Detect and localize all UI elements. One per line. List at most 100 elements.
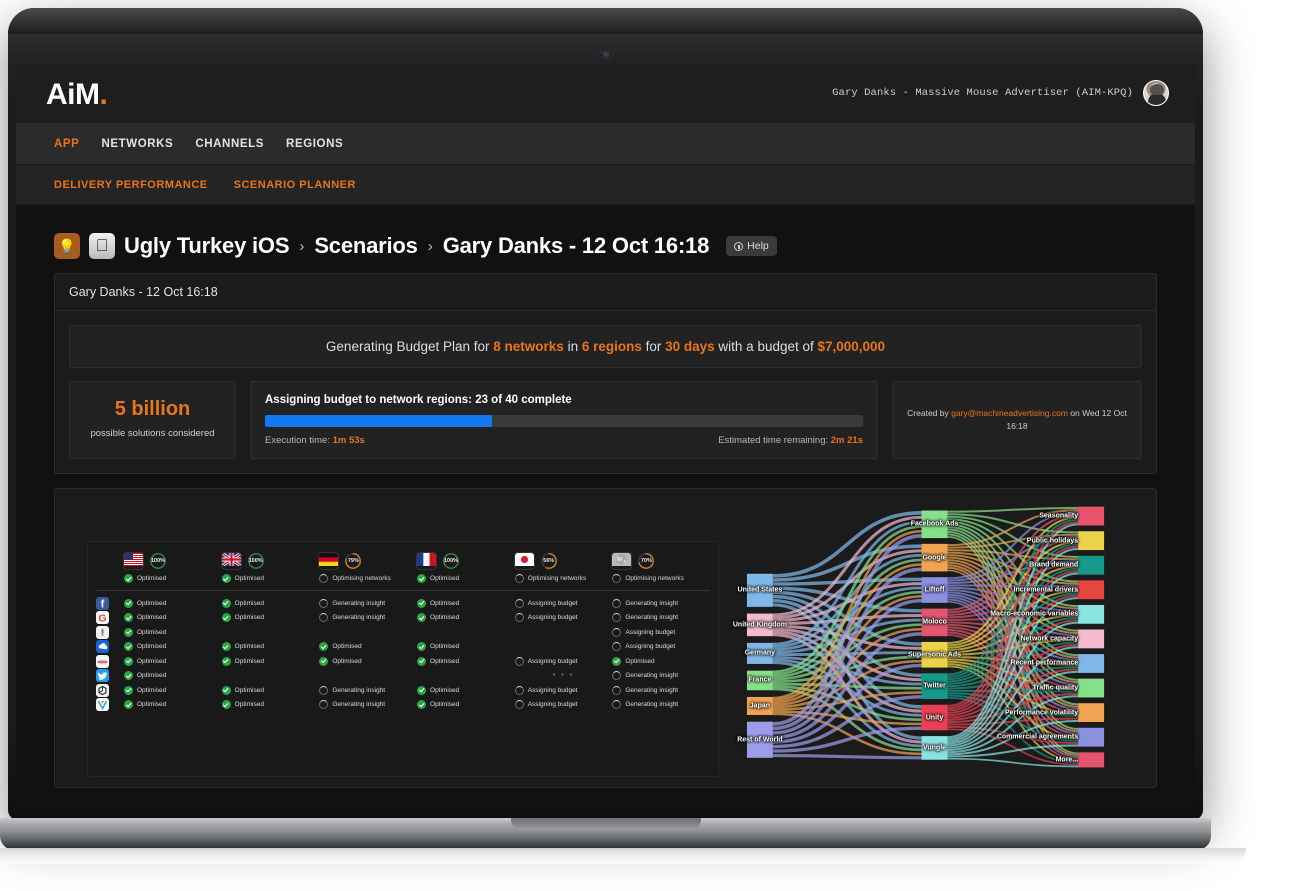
cell-status-label: Generating insight [332, 614, 386, 622]
matrix-row: Optimised Optimised Generating insight Opti… [96, 698, 710, 713]
progress-title: Assigning budget to network regions: 23 … [265, 394, 572, 406]
check-icon [417, 598, 427, 608]
flag-icon-world [612, 553, 632, 569]
sankey-node[interactable] [921, 704, 948, 731]
cell-status-label: Optimised [137, 643, 167, 651]
sankey-node[interactable] [1078, 678, 1105, 698]
cell-status-label: Generating insight [625, 701, 679, 709]
cell-status-label: Optimised [234, 643, 264, 651]
breadcrumb-app-name[interactable]: Ugly Turkey iOS [124, 233, 290, 259]
sankey-node[interactable] [1078, 531, 1105, 551]
matrix-cell: Assigning budget [514, 656, 613, 666]
spinner-icon [319, 700, 329, 710]
sankey-node[interactable] [746, 721, 773, 758]
sankey-node[interactable] [1078, 629, 1105, 649]
sankey-node[interactable] [921, 543, 948, 572]
nav-item-app[interactable]: APP [54, 138, 79, 150]
matrix-cell: Optimised [417, 598, 515, 608]
sankey-node[interactable] [1078, 506, 1105, 526]
ring-percent-label: 56% [543, 558, 555, 564]
matrix-cell: Optimised [417, 700, 515, 710]
sankey-node[interactable] [746, 613, 773, 637]
matrix-cell: Assigning budget [514, 613, 613, 623]
sankey-node[interactable] [1078, 604, 1105, 624]
sankey-node[interactable] [921, 641, 948, 668]
nav-item-channels[interactable]: CHANNELS [195, 138, 264, 150]
nav-item-regions[interactable]: REGIONS [286, 138, 343, 150]
sankey-node[interactable] [921, 577, 948, 603]
sankey-node[interactable] [921, 736, 948, 760]
matrix-cell: Optimised [124, 685, 222, 695]
cell-status-label: Optimised [137, 599, 167, 607]
cell-status-label: Generating insight [332, 599, 386, 607]
facebook-icon: f [96, 596, 109, 610]
matrix-column-top: 70% [612, 552, 710, 570]
matrix-cell: Optimised [221, 613, 320, 623]
cell-status-label: Optimised [625, 657, 655, 665]
spinner-icon [612, 642, 622, 652]
solutions-value: 5 billion [114, 398, 191, 420]
sankey-node[interactable] [921, 673, 948, 699]
spinner-icon [514, 685, 524, 695]
sankey-node[interactable] [746, 573, 773, 607]
sankey-node[interactable] [1078, 580, 1105, 600]
spinner-icon [612, 671, 622, 681]
cell-status-label: Optimised [234, 657, 264, 665]
cell-status-label: Assigning budget [527, 599, 578, 607]
matrix-cell: Optimised [319, 656, 417, 666]
matrix-column-status: Optimising networks [319, 574, 417, 583]
sankey-node[interactable] [1078, 555, 1105, 575]
flag-icon-uk [221, 553, 241, 569]
matrix-cell: Generating insight [319, 685, 417, 695]
sankey-node[interactable] [746, 696, 773, 715]
ring-percent-label: 70% [640, 558, 652, 564]
matrix-row: G Optimised Optimised Generating insight Opt… [96, 611, 710, 626]
matrix-cell: Generating insight [612, 700, 710, 710]
vungle-icon [96, 698, 109, 712]
sankey-diagram: United States United Kingdom Germany France… [727, 499, 1146, 777]
matrix-cell: Optimised [417, 685, 515, 695]
remaining-time-label: Estimated time remaining: [718, 435, 829, 446]
sankey-node[interactable] [921, 608, 948, 637]
screen-bezel: AiM. Gary Danks - Massive Mouse Advertis… [16, 64, 1195, 808]
avatar[interactable] [1143, 80, 1169, 106]
nav-item-networks[interactable]: NETWORKS [101, 138, 173, 150]
sankey-links-1 [947, 506, 1079, 768]
sankey-node[interactable] [1078, 654, 1105, 673]
cell-status-label: Optimised [430, 614, 460, 622]
sankey-node[interactable] [1078, 752, 1105, 768]
check-icon [124, 700, 133, 710]
sankey-links-0 [772, 511, 922, 760]
matrix-cell: Optimised [221, 685, 320, 695]
matrix-cell-ellipsis: • • • [552, 672, 575, 680]
sankey-node[interactable] [1078, 727, 1105, 747]
matrix-column-status: Optimised [221, 574, 320, 583]
breadcrumb-section[interactable]: Scenarios [314, 233, 418, 259]
help-button[interactable]: Help [726, 236, 777, 256]
matrix-row: Optimised Assigning budget [96, 625, 710, 640]
sankey-node[interactable] [746, 642, 773, 664]
matrix-cell: Optimised [221, 656, 320, 666]
subnav-item-delivery-performance[interactable]: DELIVERY PERFORMANCE [54, 179, 208, 191]
created-by-email[interactable]: gary@machineadvertising.com [951, 408, 1068, 418]
matrix-cell: Optimised [124, 598, 222, 608]
sankey-node[interactable] [746, 670, 773, 691]
sankey-node[interactable] [921, 510, 948, 539]
spinner-icon [319, 613, 329, 623]
cell-status-label: Generating insight [332, 701, 386, 709]
matrix-row: Optimised • • • Generating insight [96, 669, 710, 684]
check-icon [124, 598, 133, 608]
cell-status-label: Generating insight [625, 599, 679, 607]
sankey-node[interactable] [1078, 703, 1105, 723]
check-icon [221, 574, 231, 583]
cell-status-label: Optimised [430, 701, 460, 709]
banner-mid1: in [563, 339, 582, 354]
check-icon [221, 700, 231, 710]
subnav-item-scenario-planner[interactable]: SCENARIO PLANNER [234, 179, 356, 191]
matrix-row: f Optimised Optimised Generating insight Opt… [96, 596, 710, 611]
user-account-area[interactable]: Gary Danks - Massive Mouse Advertiser (A… [832, 80, 1169, 106]
logo-dot: . [99, 78, 108, 111]
matrix-cell: Generating insight [612, 685, 710, 695]
app-logo[interactable]: AiM. [46, 78, 108, 112]
spinner-icon [612, 685, 622, 695]
